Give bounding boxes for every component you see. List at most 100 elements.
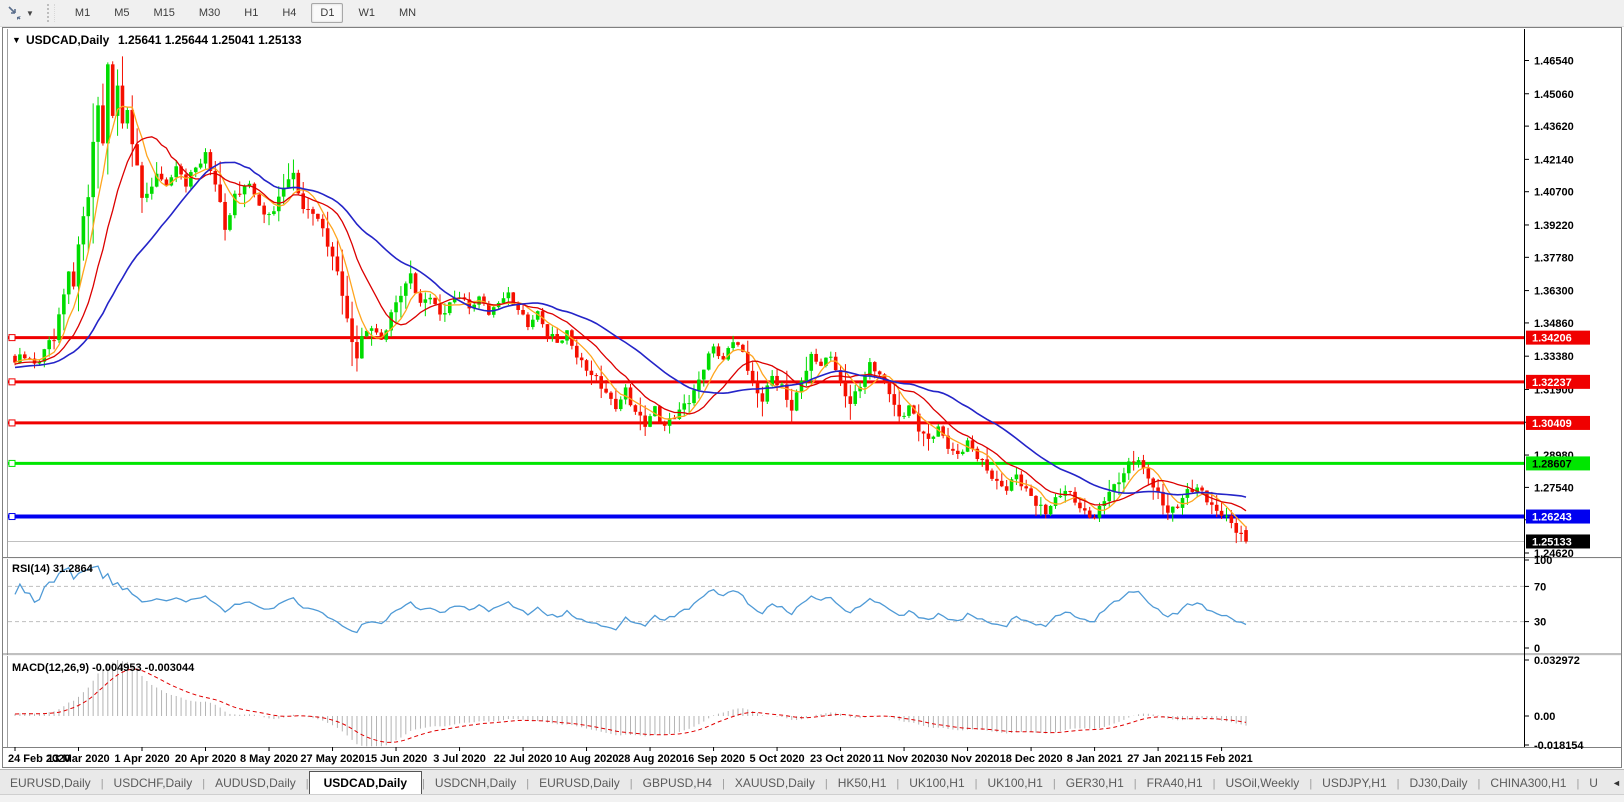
timeframe-button-m30[interactable]: M30	[190, 3, 229, 23]
hline-handle[interactable]	[8, 378, 16, 386]
chart-tab-eurusd-daily[interactable]: EURUSD,Daily	[529, 772, 630, 795]
candle-body	[1058, 495, 1063, 498]
chart-tab-usdjpy-h1[interactable]: USDJPY,H1	[1312, 772, 1396, 795]
chart-tab-china300-h1[interactable]: CHINA300,H1	[1480, 772, 1576, 795]
candle-body	[780, 384, 784, 386]
price-tick-label: 1.39220	[1534, 220, 1574, 232]
timeframe-button-h4[interactable]: H4	[273, 3, 305, 23]
timeframe-button-m1[interactable]: M1	[66, 3, 99, 23]
chart-title-caret-icon[interactable]: ▼	[12, 35, 21, 45]
chart-tab-hk50-h1[interactable]: HK50,H1	[828, 772, 897, 795]
candle-body	[623, 387, 628, 400]
timeframe-button-m15[interactable]: M15	[144, 3, 183, 23]
candle-body	[130, 110, 135, 145]
candle-body	[1117, 482, 1121, 485]
candle-body	[828, 356, 833, 358]
candle-body	[985, 459, 989, 471]
chart-tab-ger30-h1[interactable]: GER30,H1	[1056, 772, 1134, 795]
candle-body	[1122, 473, 1126, 483]
candle-body	[789, 399, 794, 411]
price-badge-1.30409: 1.30409	[1526, 415, 1590, 430]
chart-tab-uk100-h1[interactable]: UK100,H1	[978, 772, 1053, 795]
timeframe-button-d1[interactable]: D1	[311, 3, 344, 23]
candle-body	[47, 340, 51, 350]
candle-body	[697, 379, 701, 391]
chart-tab-xauusd-daily[interactable]: XAUUSD,Daily	[725, 772, 825, 795]
tab-scroll-left-icon[interactable]: ◄	[1608, 775, 1624, 791]
candle-body	[252, 183, 257, 195]
chart-tab-usoil-weekly[interactable]: USOil,Weekly	[1216, 772, 1310, 795]
cursor-mode-caret-icon[interactable]: ▼	[26, 9, 34, 18]
timeframe-button-m5[interactable]: M5	[105, 3, 138, 23]
candle-body	[66, 271, 71, 295]
chart-tab-usdcad-daily[interactable]: USDCAD,Daily	[308, 771, 422, 796]
chart-tab-gbpusd-h4[interactable]: GBPUSD,H4	[633, 772, 722, 795]
candle-body	[526, 314, 530, 328]
chart-tab-uk100-h1[interactable]: UK100,H1	[899, 772, 974, 795]
price-tick-label: 1.37780	[1534, 252, 1574, 264]
candle-body	[125, 110, 130, 124]
chart-title-symbol: USDCAD,Daily	[26, 33, 110, 47]
candle-body	[174, 166, 179, 178]
candle-body	[1107, 491, 1112, 502]
rsi-axis-label: 100	[1534, 555, 1552, 567]
candle-body	[86, 197, 91, 217]
chart-tab-u[interactable]: U	[1579, 772, 1608, 795]
candle-body	[892, 394, 897, 405]
hline-handle[interactable]	[8, 334, 16, 342]
candle-body	[921, 431, 926, 434]
chart-tab-usdcnh-daily[interactable]: USDCNH,Daily	[425, 772, 526, 795]
candle-body	[316, 213, 320, 219]
candle-body	[106, 64, 110, 144]
timeframe-button-h1[interactable]: H1	[235, 3, 267, 23]
chart-tab-fra40-h1[interactable]: FRA40,H1	[1137, 772, 1213, 795]
candle-body	[374, 328, 379, 333]
macd-axis-label: 0.00	[1534, 711, 1555, 723]
date-label: 30 Nov 2020	[936, 753, 1000, 765]
toolbar-grip-handle[interactable]	[46, 4, 55, 22]
rsi-indicator-label: RSI(14) 31.2864	[12, 563, 94, 575]
candle-body	[306, 209, 310, 211]
timeframe-button-w1[interactable]: W1	[349, 3, 384, 23]
candle-body	[1083, 508, 1087, 511]
candle-body	[1019, 474, 1024, 487]
candle-body	[785, 384, 789, 400]
candle-body	[325, 228, 330, 247]
candle-body	[433, 297, 437, 305]
chart-tab-usdchf-daily[interactable]: USDCHF,Daily	[104, 772, 203, 795]
date-label: 27 Jan 2021	[1127, 753, 1189, 765]
cursor-mode-button[interactable]: ▼	[4, 3, 37, 23]
candle-body	[1200, 487, 1204, 491]
date-label: 8 Jan 2021	[1067, 753, 1123, 765]
candle-body	[574, 345, 579, 358]
candle-body	[91, 141, 95, 198]
candle-body	[1043, 504, 1048, 515]
timeframe-button-mn[interactable]: MN	[390, 3, 425, 23]
candle-body	[990, 470, 994, 479]
candle-body	[745, 351, 750, 371]
chart-tab-eurusd-daily[interactable]: EURUSD,Daily	[0, 772, 101, 795]
candle-body	[1210, 502, 1214, 505]
candle-body	[76, 244, 81, 287]
price-badge-1.32237: 1.32237	[1526, 374, 1590, 389]
chart-canvas[interactable]: 1.46540 1.45060 1.43620 1.42140 1.40700 1.392…	[0, 0, 1624, 802]
candle-body	[350, 318, 354, 343]
candle-body	[550, 334, 555, 337]
hline-handle[interactable]	[8, 513, 16, 521]
candle-body	[506, 292, 511, 299]
candle-body	[203, 152, 208, 164]
date-label: 20 Apr 2020	[175, 753, 236, 765]
candle-body	[706, 353, 711, 370]
candle-body	[1004, 486, 1009, 491]
candle-body	[731, 342, 735, 349]
chart-window-frame	[2, 27, 1622, 768]
hline-handle[interactable]	[8, 459, 16, 467]
candle-body	[135, 144, 139, 166]
chart-tab-audusd-daily[interactable]: AUDUSD,Daily	[205, 772, 306, 795]
candle-body	[970, 440, 975, 449]
candle-body	[658, 406, 662, 422]
candle-body	[579, 357, 584, 361]
hline-handle[interactable]	[8, 419, 16, 427]
candle-body	[999, 480, 1004, 487]
chart-tab-dj30-daily[interactable]: DJ30,Daily	[1400, 772, 1478, 795]
